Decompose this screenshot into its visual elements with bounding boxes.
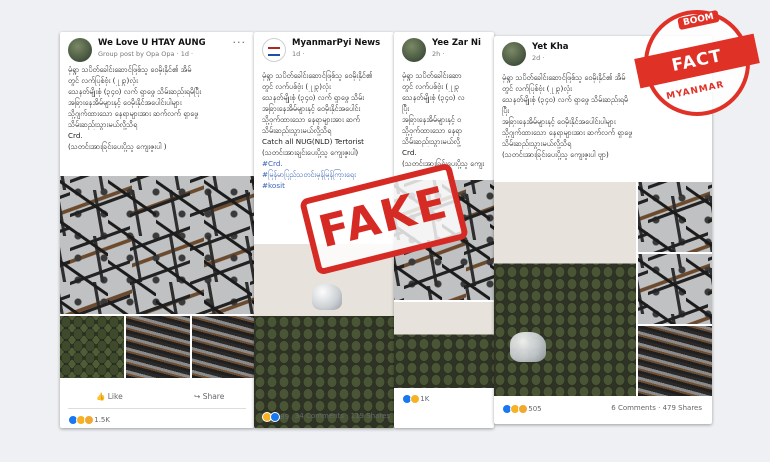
divider: [68, 408, 246, 409]
post-line: သေနတ်မျိုးစုံ (၃၄၀) လက် ရှာဖွေ သိမ်းဆည်း…: [68, 87, 202, 96]
post-line: သိမ်းဆည်းသွားမယ်လို့သိရ: [68, 120, 138, 129]
engagement-stats[interactable]: 34 Comments · 119 Shares: [295, 412, 390, 420]
grenades-photo[interactable]: [394, 302, 494, 388]
post-line: တွင် လက်ပစ်ဗုံး (၂၂၃: [402, 82, 460, 91]
post-line: တွင် လက်ပြစ်ဗုံး (၂၂၃)လုံး: [68, 76, 138, 85]
reaction-count: 505: [528, 405, 542, 413]
post-line: သို့ဝှက်ထားသော နေရာများအား ဆက်: [262, 115, 360, 124]
plastic-bag: [312, 284, 342, 310]
post-line: တွင် လက်ပစ်ဗုံး (၂၂၃)လုံး: [262, 82, 331, 91]
like-label: Like: [107, 392, 123, 401]
post-line: မုံရွာ သပိတ်ခေါင်းဆောင်ဖြစ်သူ ဝေမိုးနိုင…: [68, 65, 192, 74]
weapons-photo[interactable]: [638, 182, 712, 252]
post-line: မုံရွာ သပိတ်ခေါင်းဆော: [402, 71, 462, 80]
author-avatar[interactable]: [402, 38, 426, 62]
post-line: သို့ဝှက်ထားသော နေရာ: [402, 126, 463, 135]
post-line: သို့ဂျက်ထားသော နေရာများအား ဆက်လက် ရှာဖွေ: [502, 128, 633, 137]
sad-reaction-icon: [84, 415, 94, 425]
post-text: မုံရွာ သပိတ်ခေါင်းဆောင်ဖြစ်သူ ဝေမိုးနိုင…: [68, 64, 248, 152]
post-line: အခြားနေအိမ်များနှင့် ဝေမိုးနိုင်အပေါင်းပ…: [68, 98, 182, 107]
post-line: Crd.: [68, 131, 83, 140]
post-line: သို့ဂျက်ထားသော နေရာများအား ဆက်လက် ရှာဖွေ: [68, 109, 199, 118]
post-line: သိမ်းဆည်းသွားမယ်လို့: [402, 137, 461, 146]
rifles-photo[interactable]: [192, 316, 254, 378]
post-line: (သတင်းအားချင်းပေးပို့သူ ကျေးဇူးပါ): [262, 148, 359, 157]
post-line: Catch all NUG(NLD) Tertorist: [262, 137, 365, 146]
author-name[interactable]: MyanmarPyi News: [292, 38, 380, 48]
post-card-1: We Love U HTAY AUNG Group post by Opa Op…: [60, 32, 254, 428]
post-line: အခြားနေအိမ်များနှင့် ဝေမိုးနိုင်အပေါင်း: [262, 104, 361, 113]
like-button[interactable]: 👍 Like: [96, 392, 123, 401]
plastic-bag: [510, 332, 546, 362]
share-button[interactable]: ↪ Share: [194, 392, 224, 401]
more-options-icon[interactable]: ···: [233, 36, 247, 49]
rifles-photo[interactable]: [126, 316, 190, 378]
post-line: အခြားနေအိမ်များနှင့် ဝ: [402, 115, 462, 124]
author-name[interactable]: Yet Kha: [532, 42, 569, 52]
post-line: မုံရွာ သပိတ်ခေါင်းဆောင်ဖြစ်သူ ဝေမိုးနိုင…: [262, 71, 373, 80]
post-line: သိမ်းဆည်းသွားမယ်လို့သိရ: [502, 139, 572, 148]
share-label: Share: [202, 392, 225, 401]
post-meta: 2d ·: [532, 54, 545, 62]
post-header: Yee Zar Ni 2h ·: [402, 38, 486, 68]
post-meta: 1d ·: [292, 50, 305, 58]
post-line: သေနတ်မျိုးစုံ (၃၄၀) လ: [402, 93, 465, 102]
post-meta: Group post by Opa Opa · 1d ·: [98, 50, 194, 58]
reaction-summary[interactable]: 505: [502, 404, 542, 414]
share-icon: ↪: [194, 392, 201, 401]
post-line: (သတင်းအားခြင်းပေးပို့သူ ကျေးဇူးပါ ဗျာ): [502, 150, 609, 159]
engagement-stats[interactable]: 6 Comments · 479 Shares: [611, 404, 702, 412]
grenades-photo[interactable]: [494, 182, 636, 396]
sad-reaction-icon: [518, 404, 528, 414]
reaction-count: 89: [280, 413, 290, 421]
hashtag-link[interactable]: #မြန်မာပြည်သတင်းမှန်မြန်ကြားရေး: [262, 169, 388, 180]
rifles-photo[interactable]: [638, 326, 712, 396]
author-avatar[interactable]: [68, 38, 92, 62]
grenades-photo[interactable]: [60, 316, 124, 378]
weapons-photo[interactable]: [60, 176, 254, 314]
post-line: သေနတ်မျိုးစုံ (၃၄၀) လက် ရှာဖွေ သိမ်း: [262, 93, 365, 102]
author-name[interactable]: Yee Zar Ni: [432, 38, 481, 48]
reaction-summary[interactable]: 1K: [402, 394, 429, 404]
fact-check-badge: BOOM FACT CHECK MYANMAR: [634, 6, 760, 118]
author-name[interactable]: We Love U HTAY AUNG: [98, 38, 206, 48]
haha-reaction-icon: [410, 394, 420, 404]
reaction-summary[interactable]: 1.5K: [68, 415, 110, 425]
hashtag-link[interactable]: #Crd.: [262, 158, 388, 169]
weapons-photo[interactable]: [638, 254, 712, 324]
post-line: Crd.: [402, 148, 417, 157]
reaction-count: 1K: [420, 395, 430, 403]
author-avatar[interactable]: [502, 42, 526, 66]
post-header: MyanmarPyi News 1d ·: [262, 38, 386, 68]
post-text: မုံရွာ သပိတ်ခေါင်းဆောင်ဖြစ်သူ ဝေမိုးနိုင…: [262, 70, 388, 191]
post-line: (သတင်းအားခြင်းပေးပို့သူ ကျေးဇူးပါ ): [68, 142, 167, 151]
reaction-count: 1.5K: [94, 416, 110, 424]
like-icon: 👍: [96, 392, 106, 401]
post-line: သိမ်းဆည်းသွားမယ်လို့သိရ: [262, 126, 332, 135]
post-meta: 2h ·: [432, 50, 445, 58]
author-avatar[interactable]: [262, 38, 286, 62]
reaction-summary[interactable]: 89: [262, 412, 289, 422]
post-text: မုံရွာ သပိတ်ခေါင်းဆော တွင် လက်ပစ်ဗုံး (၂…: [402, 70, 488, 169]
like-reaction-icon: [270, 412, 280, 422]
post-line: ပြီး: [402, 104, 410, 113]
